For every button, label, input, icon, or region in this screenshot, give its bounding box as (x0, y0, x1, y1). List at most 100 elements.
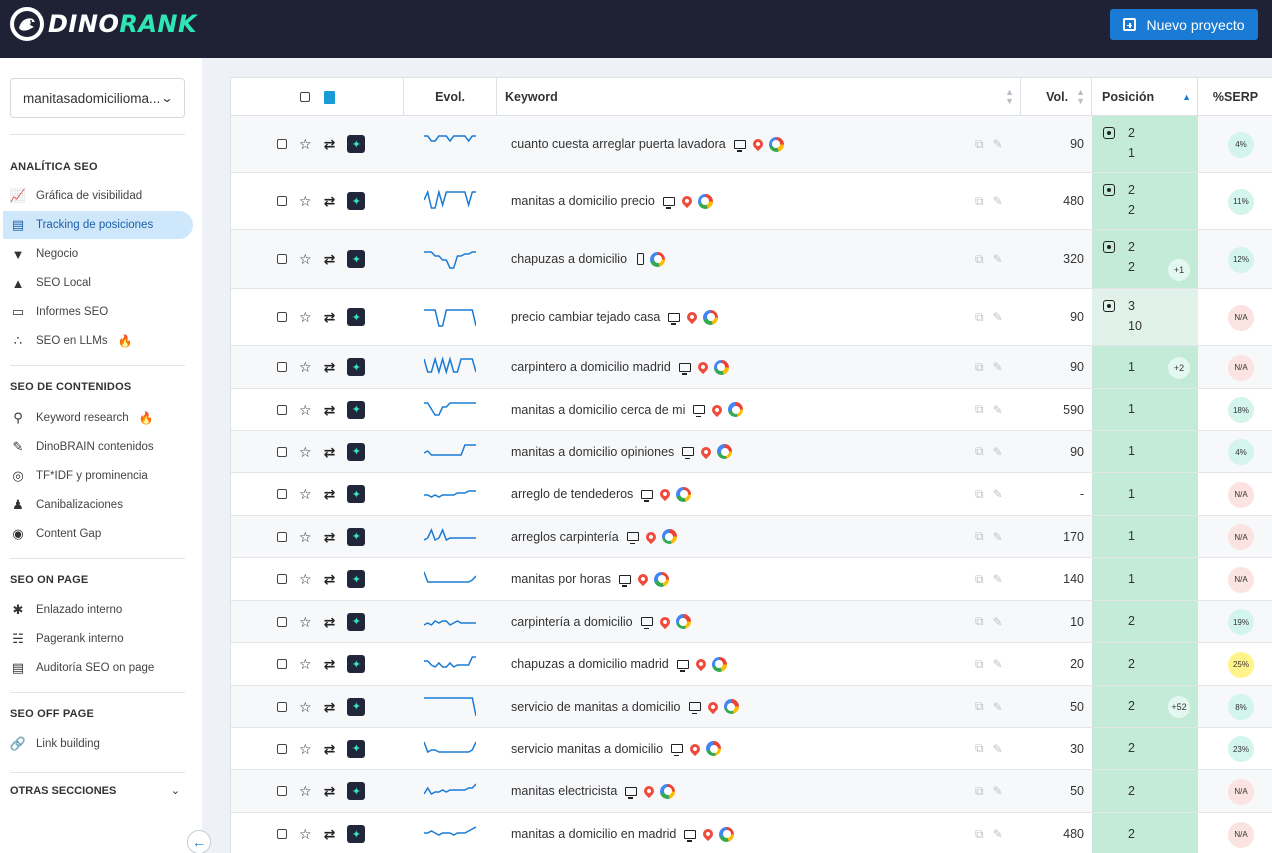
table-row[interactable]: ☆ ⇄ ✦ manitas a domicilio opiniones ⧉ ✎ 90 1 4% (231, 431, 1272, 473)
edit-icon[interactable]: ✎ (993, 487, 1003, 501)
star-icon[interactable]: ☆ (299, 137, 312, 151)
keyword-text[interactable]: cuanto cuesta arreglar puerta lavadora (511, 137, 726, 151)
evolution-sparkline[interactable] (424, 190, 476, 212)
evolution-sparkline[interactable] (424, 780, 476, 802)
sidebar-item-auditor-a-seo-on-page[interactable]: ▤ Auditoría SEO on page (3, 654, 193, 682)
sidebar-item-informes-seo[interactable]: ▭ Informes SEO (3, 298, 193, 326)
evolution-sparkline[interactable] (424, 356, 476, 378)
google-icon[interactable] (661, 529, 677, 544)
position-cell[interactable]: 1 (1092, 516, 1198, 557)
row-checkbox[interactable] (277, 196, 287, 206)
sidebar-item-pagerank-interno[interactable]: ☵ Pagerank interno (3, 625, 193, 653)
other-sections-toggle[interactable]: OTRAS SECCIONES ⌄ (10, 784, 180, 798)
keyword-text[interactable]: manitas a domicilio cerca de mi (511, 403, 685, 417)
ai-sparkle-icon[interactable]: ✦ (347, 135, 366, 153)
star-icon[interactable]: ☆ (299, 657, 312, 671)
edit-icon[interactable]: ✎ (993, 360, 1003, 374)
evolution-sparkline[interactable] (424, 248, 476, 270)
edit-icon[interactable]: ✎ (993, 530, 1003, 544)
copy-icon[interactable]: ⧉ (975, 699, 984, 714)
edit-icon[interactable]: ✎ (993, 403, 1003, 417)
position-cell[interactable]: 22 (1092, 173, 1198, 229)
sidebar-item-seo-en-llms[interactable]: ∴ SEO en LLMs 🔥 (3, 327, 193, 355)
sidebar-item-gr-fica-de-visibilidad[interactable]: 📈 Gráfica de visibilidad (3, 182, 193, 210)
ai-sparkle-icon[interactable]: ✦ (347, 697, 366, 716)
ai-sparkle-icon[interactable]: ✦ (347, 739, 366, 758)
row-checkbox[interactable] (277, 829, 287, 839)
position-cell[interactable]: 21 (1092, 116, 1198, 172)
google-icon[interactable] (676, 486, 692, 502)
google-icon[interactable] (719, 826, 735, 842)
evolution-sparkline[interactable] (424, 441, 476, 463)
sidebar-item-link-building[interactable]: 🔗 Link building (3, 730, 193, 758)
position-cell[interactable]: 1 (1092, 431, 1198, 472)
shuffle-icon[interactable]: ⇄ (324, 252, 336, 266)
evolution-sparkline[interactable] (424, 568, 476, 590)
sidebar-item-keyword-research[interactable]: ⚲ Keyword research 🔥 (3, 404, 193, 432)
copy-icon[interactable]: ⧉ (975, 252, 984, 267)
row-checkbox[interactable] (277, 312, 287, 322)
google-icon[interactable] (697, 193, 713, 209)
row-checkbox[interactable] (277, 489, 287, 499)
star-icon[interactable]: ☆ (299, 310, 312, 324)
shuffle-icon[interactable]: ⇄ (324, 445, 336, 459)
new-project-button[interactable]: Nuevo proyecto (1110, 9, 1258, 40)
sidebar-item-seo-local[interactable]: ▲ SEO Local (3, 269, 193, 297)
copy-icon[interactable]: ⧉ (975, 360, 984, 375)
position-cell[interactable]: 1 (1092, 389, 1198, 430)
star-icon[interactable]: ☆ (299, 445, 312, 459)
star-icon[interactable]: ☆ (299, 784, 312, 798)
position-cell[interactable]: 2 (1092, 728, 1198, 769)
star-icon[interactable]: ☆ (299, 827, 312, 841)
star-icon[interactable]: ☆ (299, 700, 312, 714)
sidebar-item-negocio[interactable]: ▼ Negocio (3, 240, 193, 268)
keyword-text[interactable]: arreglo de tendederos (511, 487, 633, 501)
star-icon[interactable]: ☆ (299, 403, 312, 417)
position-cell[interactable]: 3 10 (1092, 289, 1198, 345)
header-serp[interactable]: %SERP (1198, 78, 1272, 116)
table-row[interactable]: ☆ ⇄ ✦ manitas a domicilio cerca de mi ⧉ ✎ 590 1… (231, 389, 1272, 431)
sidebar-item-tf-idf-y-prominencia[interactable]: ◎ TF*IDF y prominencia (3, 462, 193, 490)
copy-file-icon[interactable] (323, 90, 335, 104)
star-icon[interactable]: ☆ (299, 252, 312, 266)
shuffle-icon[interactable]: ⇄ (324, 403, 336, 417)
table-row[interactable]: ☆ ⇄ ✦ carpintero a domicilio madrid ⧉ ✎ 90 1 +2 N… (231, 346, 1272, 389)
table-row[interactable]: ☆ ⇄ ✦ chapuzas a domicilio ⧉ ✎ 320 2 2 +1 12% (231, 230, 1272, 289)
ai-sparkle-icon[interactable]: ✦ (347, 612, 366, 631)
star-icon[interactable]: ☆ (299, 487, 312, 501)
row-checkbox[interactable] (277, 139, 287, 149)
star-icon[interactable]: ☆ (299, 572, 312, 586)
copy-icon[interactable]: ⧉ (975, 614, 984, 629)
ai-sparkle-icon[interactable]: ✦ (347, 485, 366, 503)
table-row[interactable]: ☆ ⇄ ✦ manitas a domicilio precio ⧉ ✎ 480 2 2 11% (231, 173, 1272, 230)
shuffle-icon[interactable]: ⇄ (324, 827, 336, 841)
evolution-sparkline[interactable] (424, 696, 476, 718)
evolution-sparkline[interactable] (424, 306, 476, 328)
copy-icon[interactable]: ⧉ (975, 402, 984, 417)
row-checkbox[interactable] (277, 743, 287, 754)
copy-icon[interactable]: ⧉ (975, 444, 984, 459)
copy-icon[interactable]: ⧉ (975, 827, 984, 842)
position-cell[interactable]: 1 (1092, 473, 1198, 515)
header-vol[interactable]: Vol. ▲ ▼ (1021, 78, 1092, 116)
ai-sparkle-icon[interactable]: ✦ (347, 250, 366, 268)
star-icon[interactable]: ☆ (299, 615, 312, 629)
copy-icon[interactable]: ⧉ (975, 529, 984, 544)
keyword-text[interactable]: manitas por horas (511, 572, 611, 586)
ai-sparkle-icon[interactable]: ✦ (347, 527, 366, 546)
position-cell[interactable]: 1 +2 (1092, 346, 1198, 388)
google-icon[interactable] (660, 783, 676, 799)
evolution-sparkline[interactable] (424, 483, 476, 505)
table-row[interactable]: ☆ ⇄ ✦ arreglo de tendederos ⧉ ✎ -1 N/A (231, 473, 1272, 516)
keyword-text[interactable]: servicio manitas a domicilio (511, 742, 663, 756)
keyword-text[interactable]: carpintería a domicilio (511, 615, 633, 629)
row-checkbox[interactable] (277, 531, 287, 542)
table-row[interactable]: ☆ ⇄ ✦ cuanto cuesta arreglar puerta lavador… (231, 116, 1272, 173)
edit-icon[interactable]: ✎ (993, 252, 1003, 266)
keyword-text[interactable]: chapuzas a domicilio (511, 252, 627, 266)
table-row[interactable]: ☆ ⇄ ✦ chapuzas a domicilio madrid ⧉ ✎ 20 2 25% (231, 643, 1272, 686)
edit-icon[interactable]: ✎ (993, 194, 1003, 208)
row-checkbox[interactable] (277, 786, 287, 796)
ai-sparkle-icon[interactable]: ✦ (347, 192, 366, 210)
edit-icon[interactable]: ✎ (993, 827, 1003, 841)
